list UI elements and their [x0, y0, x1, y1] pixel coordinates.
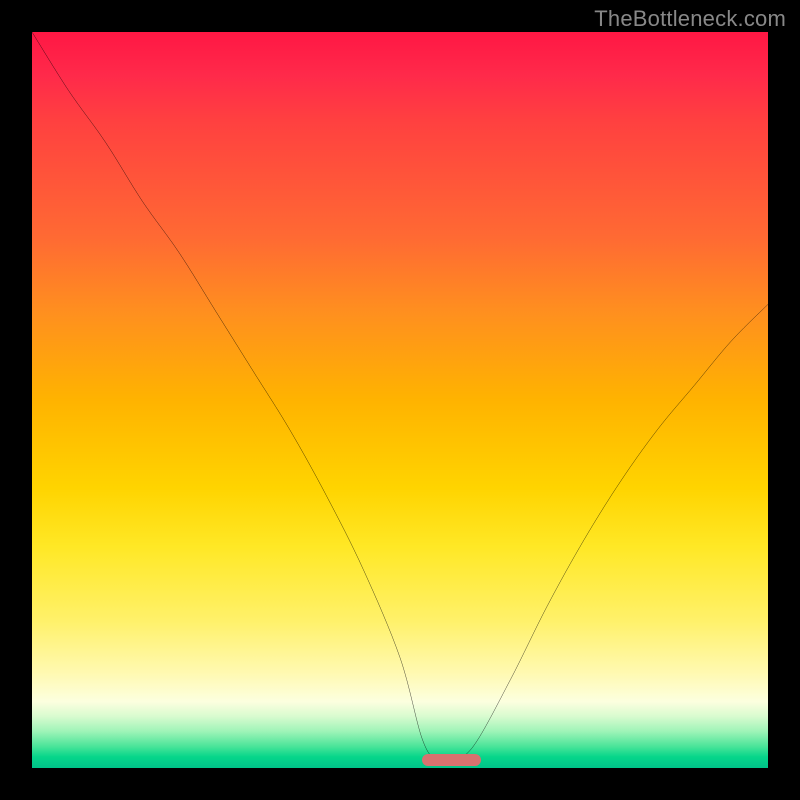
bottleneck-curve — [32, 32, 768, 768]
watermark-label: TheBottleneck.com — [594, 6, 786, 32]
optimum-marker — [422, 754, 481, 766]
chart-frame: TheBottleneck.com — [0, 0, 800, 800]
plot-area — [32, 32, 768, 768]
